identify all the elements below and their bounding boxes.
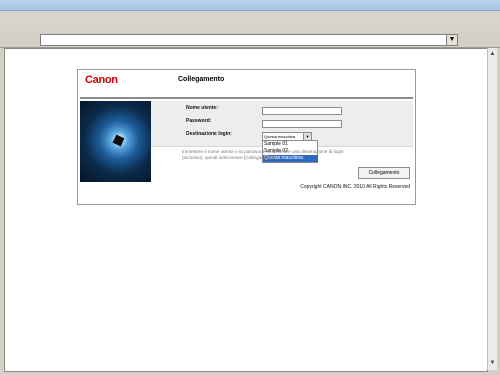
browser-toolbar	[0, 11, 500, 32]
login-panel: Canon Collegamento Nome utente: Password…	[77, 69, 416, 205]
cube-icon	[112, 134, 125, 147]
password-label: Password:	[186, 118, 212, 124]
scroll-up-icon[interactable]: ▲	[488, 50, 497, 59]
copyright-text: Copyright CANON INC. 2010 All Rights Res…	[300, 184, 410, 190]
vertical-scrollbar[interactable]: ▲ ▼	[487, 48, 497, 370]
destination-label: Destinazione login:	[186, 131, 232, 137]
instruction-line-2: (accesso), quindi selezionare [Collegame…	[182, 155, 277, 160]
option-sample-01[interactable]: Sample 01	[263, 141, 318, 148]
page-title: Collegamento	[178, 76, 225, 83]
canon-logo: Canon	[85, 74, 118, 86]
address-input[interactable]	[40, 34, 448, 46]
destination-selected-value: Questa macchina	[264, 134, 296, 139]
scroll-down-icon[interactable]: ▼	[488, 359, 497, 368]
header-divider	[80, 97, 413, 99]
window-title-bar	[0, 0, 500, 11]
username-input[interactable]	[262, 107, 342, 115]
hero-image	[80, 101, 151, 182]
instruction-text: Immettere il nome utente e la password, …	[182, 149, 407, 163]
username-label: Nome utente:	[186, 105, 218, 111]
login-button[interactable]: Collegamento	[358, 167, 410, 179]
password-input[interactable]	[262, 120, 342, 128]
address-dropdown-icon[interactable]: ▼	[446, 34, 458, 46]
chevron-down-icon[interactable]: ▼	[303, 133, 311, 140]
